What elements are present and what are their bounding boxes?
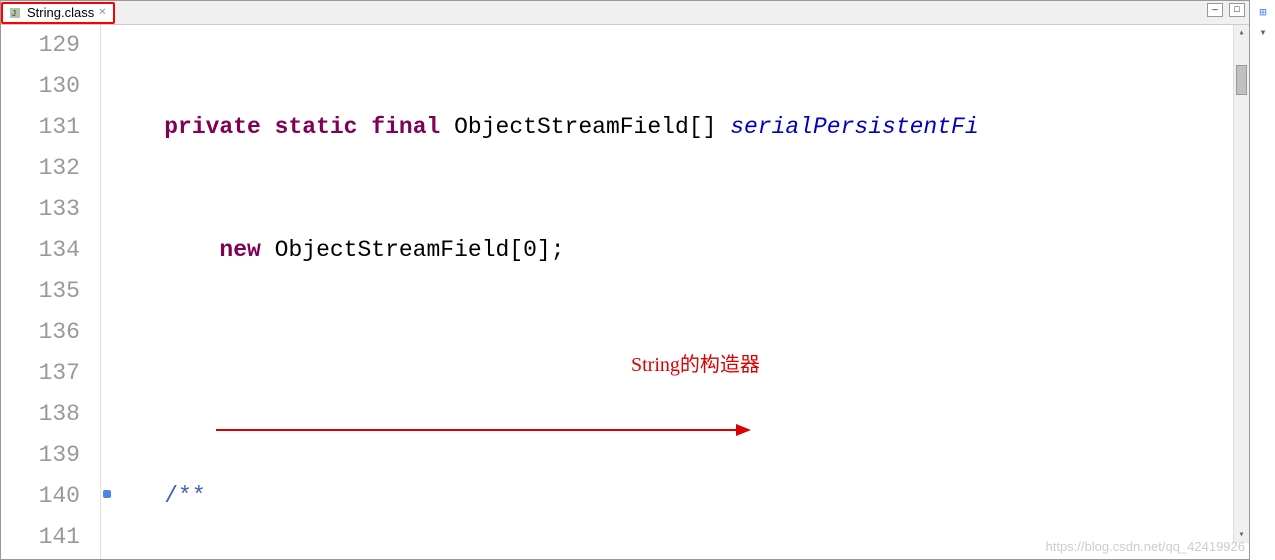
- line-number: 130: [1, 66, 80, 107]
- scroll-up-icon[interactable]: ▴: [1234, 25, 1249, 41]
- minimize-button[interactable]: —: [1207, 3, 1223, 17]
- code-line: /**: [101, 476, 1249, 517]
- svg-text:J: J: [12, 9, 16, 18]
- tab-filename: String.class: [27, 5, 94, 20]
- right-toolbar: ⊞ ▾: [1251, 0, 1275, 40]
- tab-bar: J String.class ✕ — □: [1, 1, 1249, 25]
- line-number: 139: [1, 435, 80, 476]
- line-number: 134: [1, 230, 80, 271]
- chevron-down-icon[interactable]: ▾: [1255, 24, 1271, 40]
- editor-tab[interactable]: J String.class ✕: [1, 2, 115, 24]
- line-number: 137: [1, 353, 80, 394]
- line-number: 129: [1, 25, 80, 66]
- line-number: 140: [1, 476, 80, 517]
- line-number-gutter: 129 130 131 132 133 134 135 136 137 138 …: [1, 25, 101, 559]
- vertical-scrollbar[interactable]: ▴ ▾: [1233, 25, 1249, 543]
- code-content[interactable]: private static final ObjectStreamField[]…: [101, 25, 1249, 559]
- maximize-button[interactable]: □: [1229, 3, 1245, 17]
- annotation-underline: [216, 429, 616, 431]
- class-file-icon: J: [9, 6, 23, 20]
- window-controls: — □: [1207, 3, 1245, 17]
- line-number: 138: [1, 394, 80, 435]
- line-number: 132: [1, 148, 80, 189]
- code-line: [101, 353, 1249, 394]
- marker-icon: [103, 490, 111, 498]
- annotation-arrow-icon: [611, 420, 751, 440]
- line-number: 136: [1, 312, 80, 353]
- code-line: private static final ObjectStreamField[]…: [101, 107, 1249, 148]
- scroll-thumb[interactable]: [1236, 65, 1247, 95]
- editor-container: J String.class ✕ — □ 129 130 131 132 133…: [0, 0, 1250, 560]
- code-line: new ObjectStreamField[0];: [101, 230, 1249, 271]
- watermark: https://blog.csdn.net/qq_42419926: [1046, 539, 1246, 554]
- code-area[interactable]: 129 130 131 132 133 134 135 136 137 138 …: [1, 25, 1249, 559]
- outline-view-icon[interactable]: ⊞: [1255, 4, 1271, 20]
- close-icon[interactable]: ✕: [98, 7, 106, 18]
- line-number: 141: [1, 517, 80, 558]
- line-number: 131: [1, 107, 80, 148]
- line-number: 133: [1, 189, 80, 230]
- line-number: 135: [1, 271, 80, 312]
